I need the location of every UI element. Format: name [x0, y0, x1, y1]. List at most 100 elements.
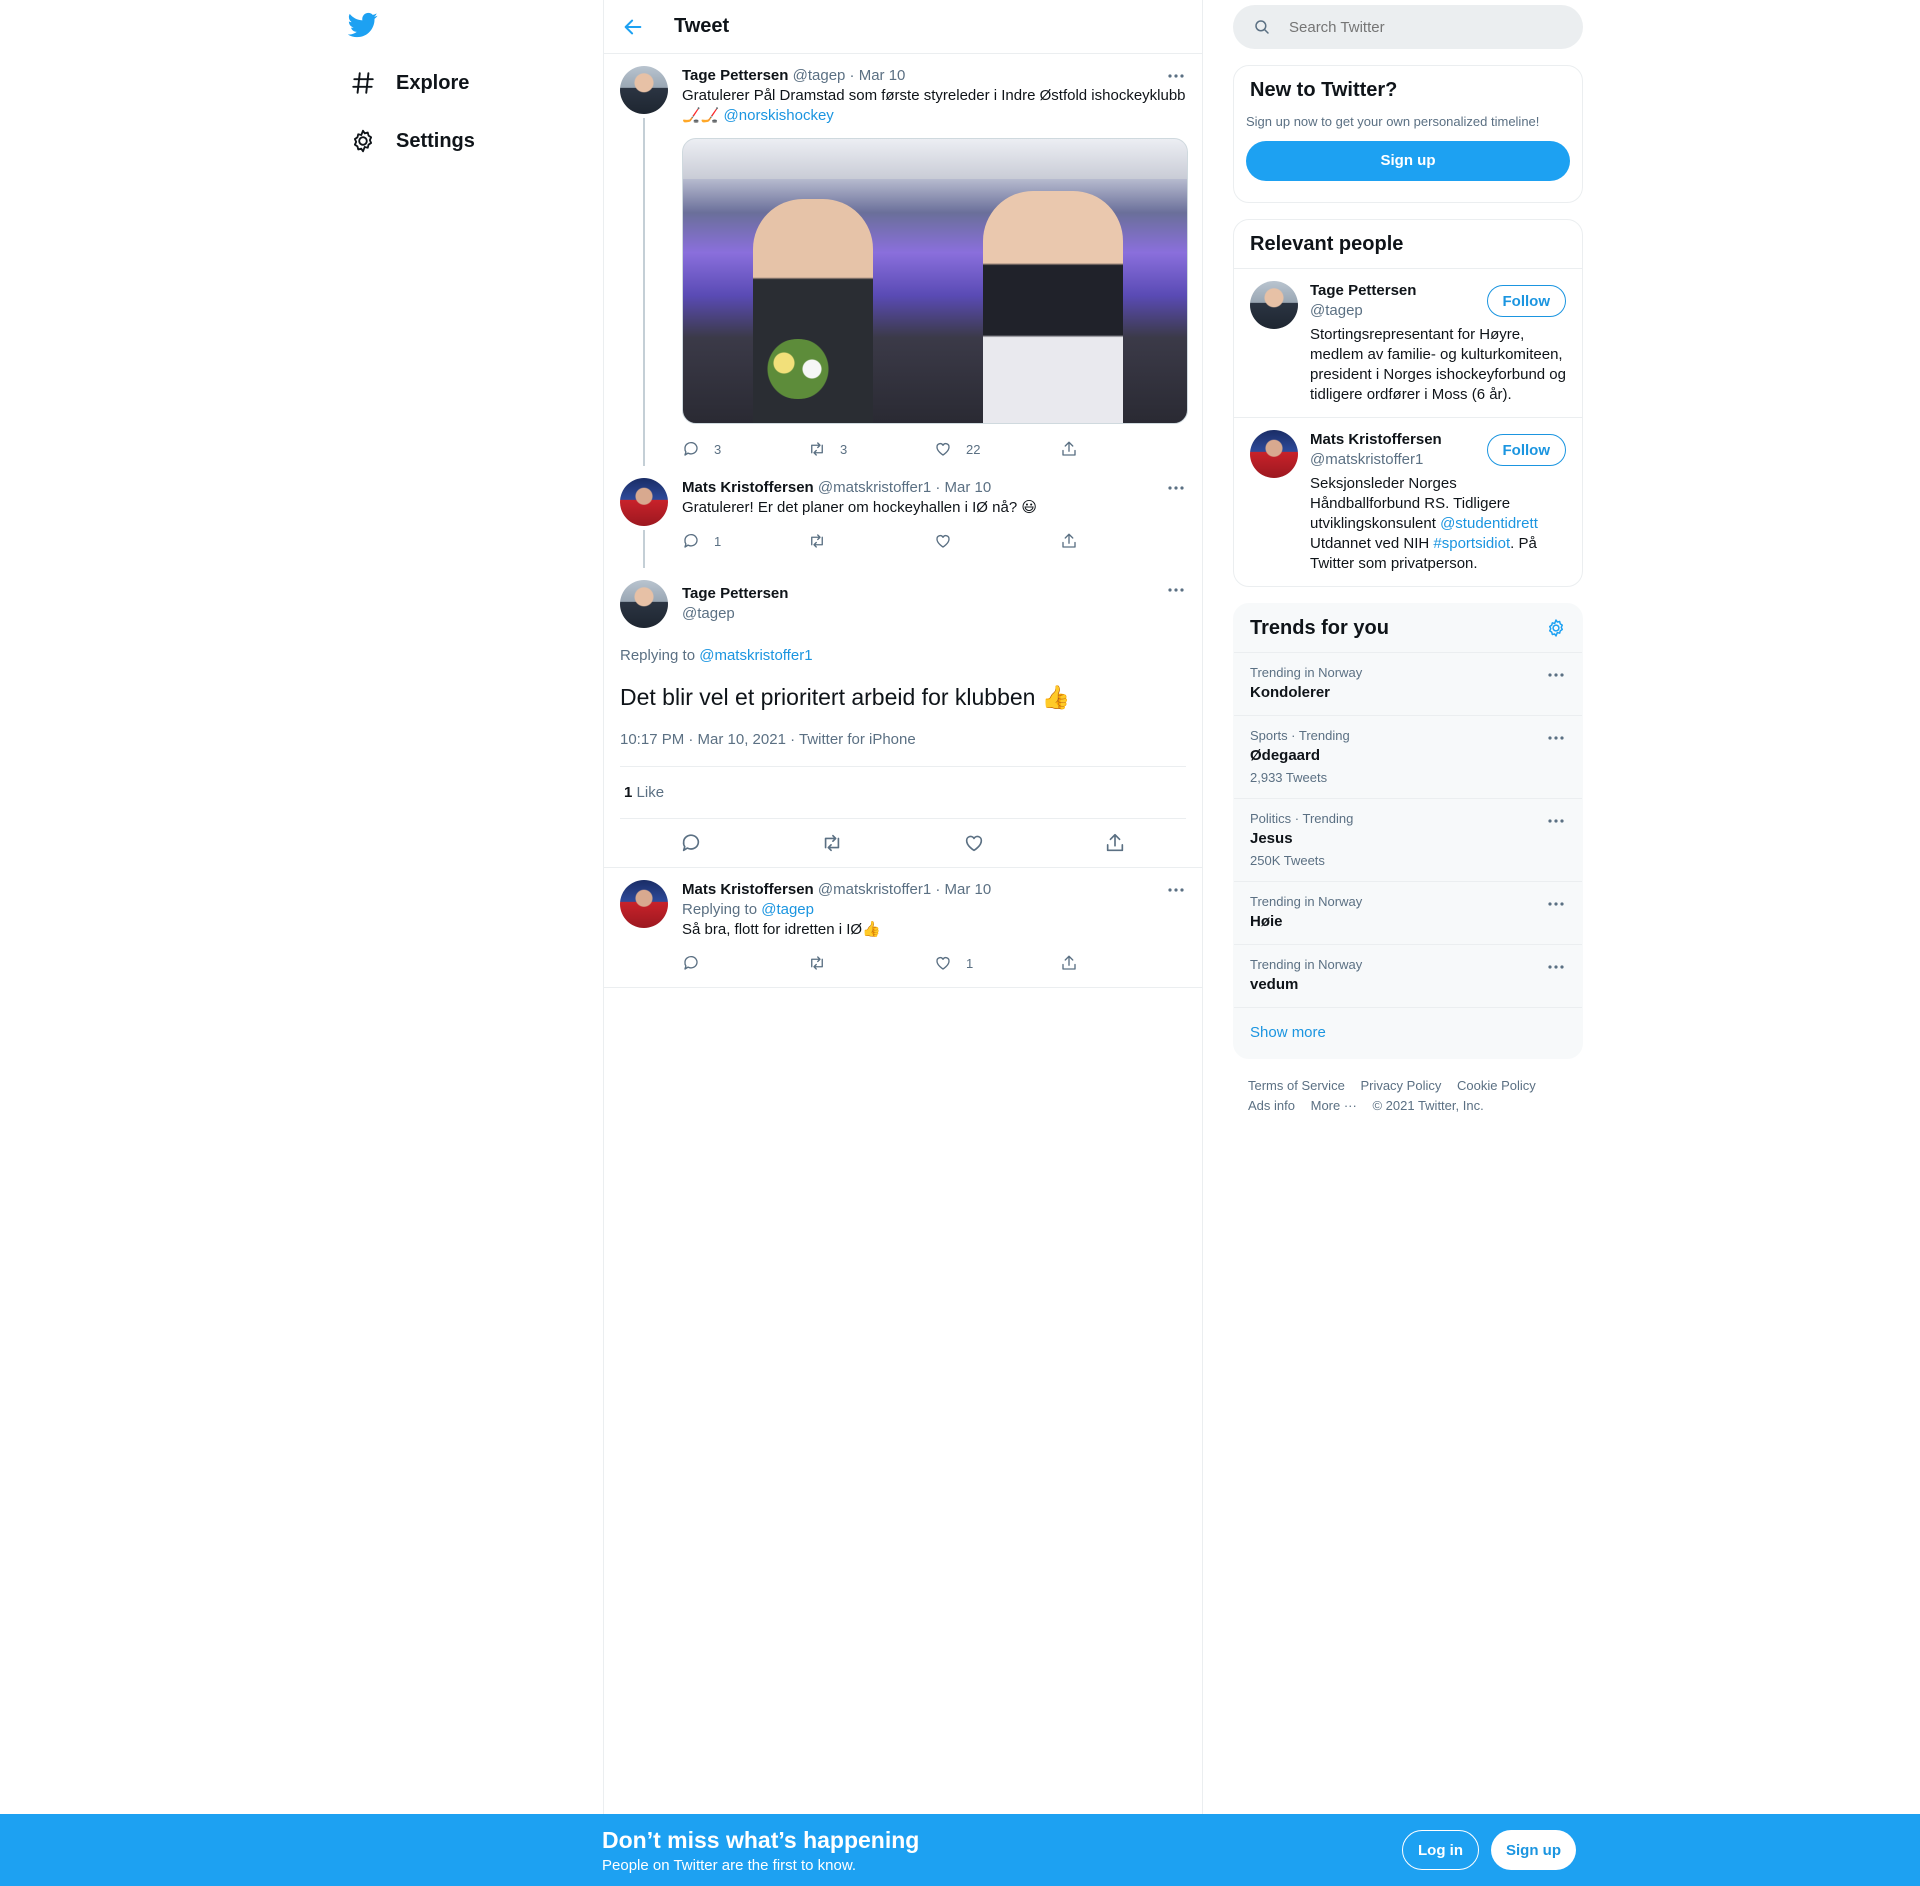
retweet-icon [811, 956, 823, 970]
nav-settings[interactable]: Settings [350, 121, 475, 161]
trend-item[interactable]: Trending in Norway Høie [1234, 881, 1582, 944]
tweet-date[interactable]: · Mar 10 [935, 881, 991, 898]
retweet-button[interactable] [808, 532, 934, 550]
trend-count: 250K Tweets [1250, 853, 1325, 868]
more-icon[interactable] [1166, 580, 1186, 600]
replying-to-link[interactable]: @matskristoffer1 [699, 647, 812, 664]
author-name[interactable]: Tage Pettersen [682, 67, 788, 84]
tweet-date[interactable]: · Mar 10 [850, 67, 906, 84]
more-icon[interactable] [1166, 880, 1186, 900]
author-name[interactable]: Mats Kristoffersen [682, 881, 814, 898]
bio-hashtag-link[interactable]: #sportsidiot [1433, 535, 1510, 552]
signup-button[interactable]: Sign up [1491, 1830, 1576, 1870]
more-icon[interactable] [1546, 894, 1566, 914]
like-button[interactable] [934, 532, 1060, 550]
heart-icon[interactable] [963, 832, 985, 854]
reply-icon [684, 955, 698, 970]
replying-prefix: Replying to [620, 647, 696, 664]
nav-explore-label: Explore [396, 71, 470, 94]
replying-to-link[interactable]: @tagep [761, 901, 814, 918]
like-button[interactable]: 22 [934, 440, 1060, 458]
avatar[interactable] [620, 580, 668, 628]
avatar[interactable] [620, 66, 668, 114]
sidebar-signup-button[interactable]: Sign up [1246, 141, 1570, 181]
footer-link-privacy[interactable]: Privacy Policy [1360, 1078, 1441, 1093]
mention-link[interactable]: @norskishockey [724, 107, 834, 124]
tweet-tage-original[interactable]: Tage Pettersen @tagep · Mar 10 Gratulere… [604, 54, 1202, 466]
share-icon [1062, 533, 1076, 548]
more-icon[interactable] [1546, 665, 1566, 685]
footer-link-cookies[interactable]: Cookie Policy [1457, 1078, 1536, 1093]
author-name[interactable]: Tage Pettersen [682, 580, 1186, 604]
hockey-emoji: 🏒🏒 [682, 107, 720, 124]
gear-icon[interactable] [1546, 618, 1566, 638]
share-button[interactable] [1060, 532, 1186, 550]
show-more-link[interactable]: Show more [1234, 1007, 1582, 1057]
retweet-button[interactable] [808, 954, 934, 972]
retweet-icon [811, 442, 823, 456]
reply-count: 1 [714, 533, 722, 549]
tweet-mats-reply[interactable]: Mats Kristoffersen @matskristoffer1 · Ma… [604, 466, 1202, 568]
person-tage[interactable]: Tage Pettersen @tagep Follow Stortingsre… [1234, 268, 1582, 417]
like-button[interactable]: 1 [934, 954, 1060, 972]
arrow-left-icon[interactable] [622, 16, 644, 38]
follow-button[interactable]: Follow [1486, 285, 1566, 317]
main-column: Tweet Tage Pettersen @tagep · Mar 10 Gra… [603, 0, 1203, 1814]
tweet-header: Mats Kristoffersen @matskristoffer1 · Ma… [682, 880, 1186, 900]
trends-title-text: Trends for you [1250, 617, 1389, 639]
reply-button[interactable]: 3 [682, 440, 808, 458]
trend-context: Trending in Norway [1250, 665, 1363, 680]
more-icon[interactable] [1546, 728, 1566, 748]
tweet-photo[interactable] [682, 138, 1188, 424]
more-icon[interactable] [1166, 66, 1186, 86]
avatar[interactable] [620, 880, 668, 928]
tweet-date[interactable]: · Mar 10 [935, 479, 991, 496]
author-handle[interactable]: @matskristoffer1 [818, 479, 931, 496]
reply-button[interactable]: 1 [682, 532, 808, 550]
page-header: Tweet [604, 0, 1202, 54]
like-summary[interactable]: 1 Like [620, 767, 1186, 819]
author-handle[interactable]: @tagep [682, 604, 1186, 624]
trend-item[interactable]: Sports · Trending Ødegaard 2,933 Tweets [1234, 715, 1582, 798]
footer-link-more[interactable]: More ··· [1311, 1098, 1357, 1113]
tweet-mats-reply-2[interactable]: Mats Kristoffersen @matskristoffer1 · Ma… [604, 868, 1202, 988]
more-icon[interactable] [1166, 478, 1186, 498]
trend-item[interactable]: Politics · Trending Jesus 250K Tweets [1234, 798, 1582, 881]
author-name[interactable]: Mats Kristoffersen [682, 479, 814, 496]
retweet-icon[interactable] [821, 832, 843, 854]
person-mats[interactable]: Mats Kristoffersen @matskristoffer1 Foll… [1234, 417, 1582, 586]
like-summary-count: 1 [624, 784, 633, 801]
share-icon[interactable] [1104, 832, 1126, 854]
bio-mention-link[interactable]: @studentidrett [1440, 515, 1538, 532]
avatar[interactable] [1250, 281, 1298, 329]
tweet-actions: 3 3 22 [682, 430, 1186, 468]
trend-count: 2,933 Tweets [1250, 770, 1328, 785]
avatar[interactable] [1250, 430, 1298, 478]
follow-button[interactable]: Follow [1486, 434, 1566, 466]
trend-item[interactable]: Trending in Norway Kondolerer [1234, 652, 1582, 715]
tweet-text: Gratulerer! Er det planer om hockeyhalle… [682, 499, 1037, 516]
nav-explore[interactable]: Explore [350, 63, 469, 103]
search-box[interactable] [1233, 5, 1583, 49]
trend-context: Sports · Trending [1250, 728, 1350, 743]
more-icon[interactable] [1546, 811, 1566, 831]
footer-link-terms[interactable]: Terms of Service [1248, 1078, 1345, 1093]
author-handle[interactable]: @matskristoffer1 [818, 881, 931, 898]
bottom-bar-subtitle: People on Twitter are the first to know. [602, 1857, 857, 1874]
avatar[interactable] [620, 478, 668, 526]
trend-item[interactable]: Trending in Norway vedum [1234, 944, 1582, 1007]
share-button[interactable] [1060, 440, 1186, 458]
search-input[interactable] [1289, 18, 1549, 36]
author-handle[interactable]: @tagep [793, 67, 846, 84]
retweet-icon [811, 534, 823, 548]
more-icon[interactable] [1546, 957, 1566, 977]
thread-line [643, 530, 645, 568]
share-button[interactable] [1060, 954, 1186, 972]
tweet-timestamp[interactable]: 10:17 PM · Mar 10, 2021 · Twitter for iP… [620, 730, 1186, 767]
login-button[interactable]: Log in [1402, 1830, 1479, 1870]
retweet-button[interactable]: 3 [808, 440, 934, 458]
reply-icon[interactable] [680, 832, 702, 854]
reply-button[interactable] [682, 954, 808, 972]
footer-link-ads[interactable]: Ads info [1248, 1098, 1295, 1113]
twitter-bird-icon[interactable] [348, 10, 378, 40]
